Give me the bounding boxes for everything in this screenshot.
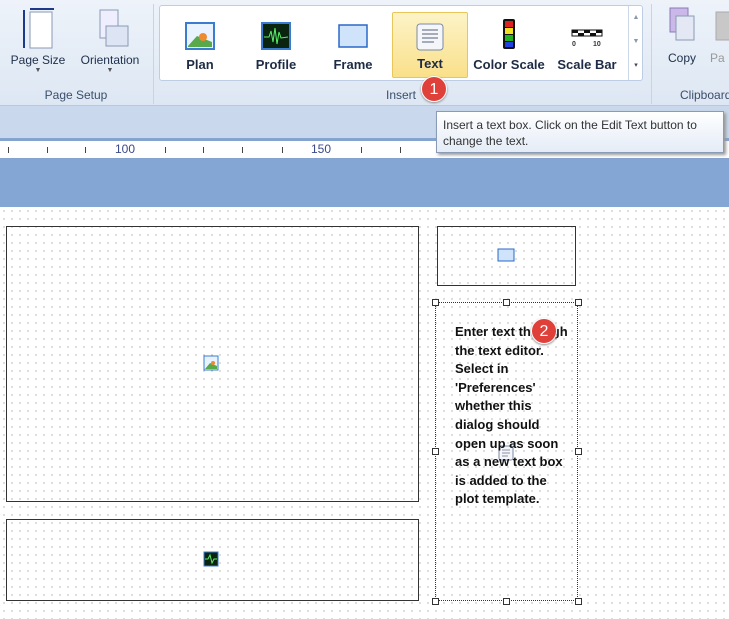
ribbon: Page Size ▼ Orientation ▼ Page Setup Pla…	[0, 0, 729, 106]
page-size-icon	[23, 8, 54, 49]
orientation-button[interactable]: Orientation ▼	[74, 4, 146, 80]
copy-icon	[669, 7, 695, 41]
resize-handle[interactable]	[432, 299, 439, 306]
paste-icon	[715, 11, 729, 41]
resize-handle[interactable]	[575, 299, 582, 306]
color-scale-icon	[503, 19, 515, 49]
frame-icon	[497, 248, 515, 262]
scroll-up-icon[interactable]: ▲	[629, 6, 643, 30]
orientation-icon	[99, 9, 129, 47]
orientation-label: Orientation	[80, 53, 140, 67]
insert-color-scale-button[interactable]: Color Scale	[469, 12, 549, 78]
page-setup-group-label: Page Setup	[44, 88, 108, 102]
insert-scale-bar-button[interactable]: 0 10 Scale Bar	[549, 12, 625, 78]
scale-bar-icon: 0 10	[571, 29, 603, 48]
resize-handle[interactable]	[432, 448, 439, 455]
profile-icon	[261, 22, 291, 50]
plan-icon	[185, 22, 215, 50]
svg-text:10: 10	[593, 41, 601, 48]
plan-frame[interactable]	[6, 226, 419, 502]
svg-text:0: 0	[572, 41, 576, 48]
insert-plan-button[interactable]: Plan	[162, 12, 238, 78]
resize-handle[interactable]	[503, 598, 510, 605]
copy-button[interactable]: Copy	[657, 6, 707, 65]
divider	[153, 4, 154, 104]
gallery-scroll[interactable]: ▲ ▼ ▾	[628, 6, 643, 80]
paste-button[interactable]: Pa	[710, 6, 729, 65]
text-icon	[416, 23, 444, 51]
page-size-button[interactable]: Page Size ▼	[4, 4, 72, 80]
step-badge-2: 2	[531, 318, 557, 344]
insert-text-button[interactable]: Text	[392, 12, 468, 78]
frame-icon	[338, 24, 368, 48]
clipboard-group-label: Clipboard	[680, 88, 729, 102]
resize-handle[interactable]	[575, 448, 582, 455]
insert-profile-button[interactable]: Profile	[238, 12, 314, 78]
canvas-margin	[0, 159, 729, 207]
insert-group-label: Insert	[385, 88, 416, 102]
step-badge-1: 1	[421, 76, 447, 102]
resize-handle[interactable]	[503, 299, 510, 306]
resize-handle[interactable]	[432, 598, 439, 605]
resize-handle[interactable]	[575, 598, 582, 605]
frame-element[interactable]	[437, 226, 576, 286]
profile-icon	[203, 551, 219, 567]
gallery-more-icon[interactable]: ▾	[629, 54, 643, 78]
page-size-label: Page Size	[10, 53, 66, 67]
scroll-down-icon[interactable]: ▼	[629, 30, 643, 54]
insert-gallery: Plan Profile Frame Text Color Scale 0 10 S…	[159, 5, 643, 81]
text-box-content: Enter text through the text editor. Sele…	[455, 324, 568, 507]
insert-frame-button[interactable]: Frame	[315, 12, 391, 78]
divider	[651, 4, 652, 104]
plan-icon	[203, 355, 219, 371]
profile-frame[interactable]	[6, 519, 419, 601]
tooltip: Insert a text box. Click on the Edit Tex…	[436, 111, 724, 153]
